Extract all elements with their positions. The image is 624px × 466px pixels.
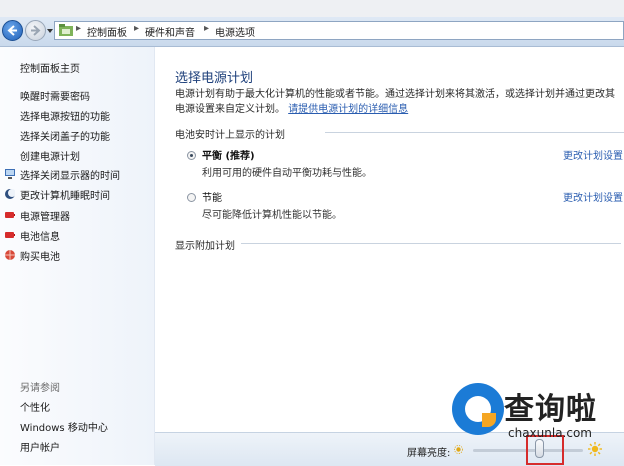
globe-icon (5, 250, 15, 260)
breadcrumb-separator: ▸ (204, 23, 210, 34)
more-plans-divider (241, 243, 621, 244)
plan-power-saver-name[interactable]: 节能 (202, 189, 222, 204)
sidebar-link-battery-info[interactable]: 电池信息 (20, 228, 60, 243)
watermark-logo: 查询啦 chaxunla.com (448, 380, 624, 460)
arrow-left-icon (7, 25, 17, 36)
battery-red-icon (5, 232, 15, 238)
show-more-plans-toggle[interactable]: 显示附加计划 (175, 237, 235, 252)
sidebar-item-lid[interactable]: 选择关闭盖子的功能 (20, 128, 110, 143)
plan-details-link[interactable]: 请提供电源计划的详细信息 (288, 104, 408, 115)
history-dropdown-icon[interactable] (47, 29, 53, 33)
plan-power-saver-desc: 尽可能降低计算机性能以节能。 (202, 210, 342, 221)
see-also-user-accounts[interactable]: 用户帐户 (20, 439, 60, 454)
sidebar-item-create-plan[interactable]: 创建电源计划 (20, 148, 80, 163)
watermark-text: 查询啦 (504, 392, 597, 427)
display-icon (5, 169, 15, 179)
breadcrumb-separator: ▸ (134, 23, 140, 34)
breadcrumb-power-options[interactable]: 电源选项 (215, 24, 255, 39)
page-description: 电源计划有助于最大化计算机的性能或者节能。通过选择计划来将其激活，或选择计划并通… (175, 87, 620, 117)
see-also-heading: 另请参阅 (20, 383, 60, 394)
page-title: 选择电源计划 (175, 71, 254, 86)
plan-power-saver-change-link[interactable]: 更改计划设置 (563, 189, 623, 204)
sidebar-item-sleep[interactable]: 更改计算机睡眠时间 (20, 187, 110, 202)
sidebar: 控制面板主页 唤醒时需要密码 选择电源按钮的功能 选择关闭盖子的功能 创建电源计… (0, 47, 155, 465)
plan-power-saver-radio[interactable] (187, 193, 196, 202)
control-panel-icon (59, 24, 73, 36)
sidebar-link-buy-battery[interactable]: 购买电池 (20, 248, 60, 263)
navigation-bar: ▸ 控制面板 ▸ 硬件和声音 ▸ 电源选项 (0, 17, 624, 47)
plan-balanced-radio[interactable] (187, 151, 196, 160)
back-button[interactable] (2, 20, 23, 41)
sidebar-item-display-off[interactable]: 选择关闭显示器的时间 (20, 167, 120, 182)
forward-button[interactable] (25, 20, 46, 41)
moon-icon (5, 189, 15, 199)
sidebar-item-power-button[interactable]: 选择电源按钮的功能 (20, 108, 110, 123)
sidebar-item-home[interactable]: 控制面板主页 (20, 60, 80, 75)
watermark-q-icon (452, 383, 504, 435)
see-also-mobility-center[interactable]: Windows 移动中心 (20, 419, 108, 434)
group-divider (325, 132, 624, 133)
arrow-right-icon (31, 25, 41, 36)
plan-balanced-desc: 利用可用的硬件自动平衡功耗与性能。 (202, 168, 372, 179)
plans-group-label: 电池安时计上显示的计划 (175, 130, 285, 141)
sidebar-item-wake-password[interactable]: 唤醒时需要密码 (20, 88, 90, 103)
plan-balanced-name[interactable]: 平衡 (推荐) (202, 147, 255, 162)
address-bar[interactable]: ▸ 控制面板 ▸ 硬件和声音 ▸ 电源选项 (54, 21, 624, 40)
sidebar-link-power-manager[interactable]: 电源管理器 (20, 208, 70, 223)
plan-balanced-change-link[interactable]: 更改计划设置 (563, 147, 623, 162)
window-top-strip (0, 0, 624, 17)
see-also-personalization[interactable]: 个性化 (20, 399, 50, 414)
brightness-label: 屏幕亮度: (407, 448, 451, 459)
battery-red-icon (5, 212, 15, 218)
watermark-url: chaxunla.com (508, 426, 592, 440)
breadcrumb-separator: ▸ (76, 23, 82, 34)
breadcrumb-control-panel[interactable]: 控制面板 (87, 24, 127, 39)
breadcrumb-hardware-sound[interactable]: 硬件和声音 (145, 24, 195, 39)
